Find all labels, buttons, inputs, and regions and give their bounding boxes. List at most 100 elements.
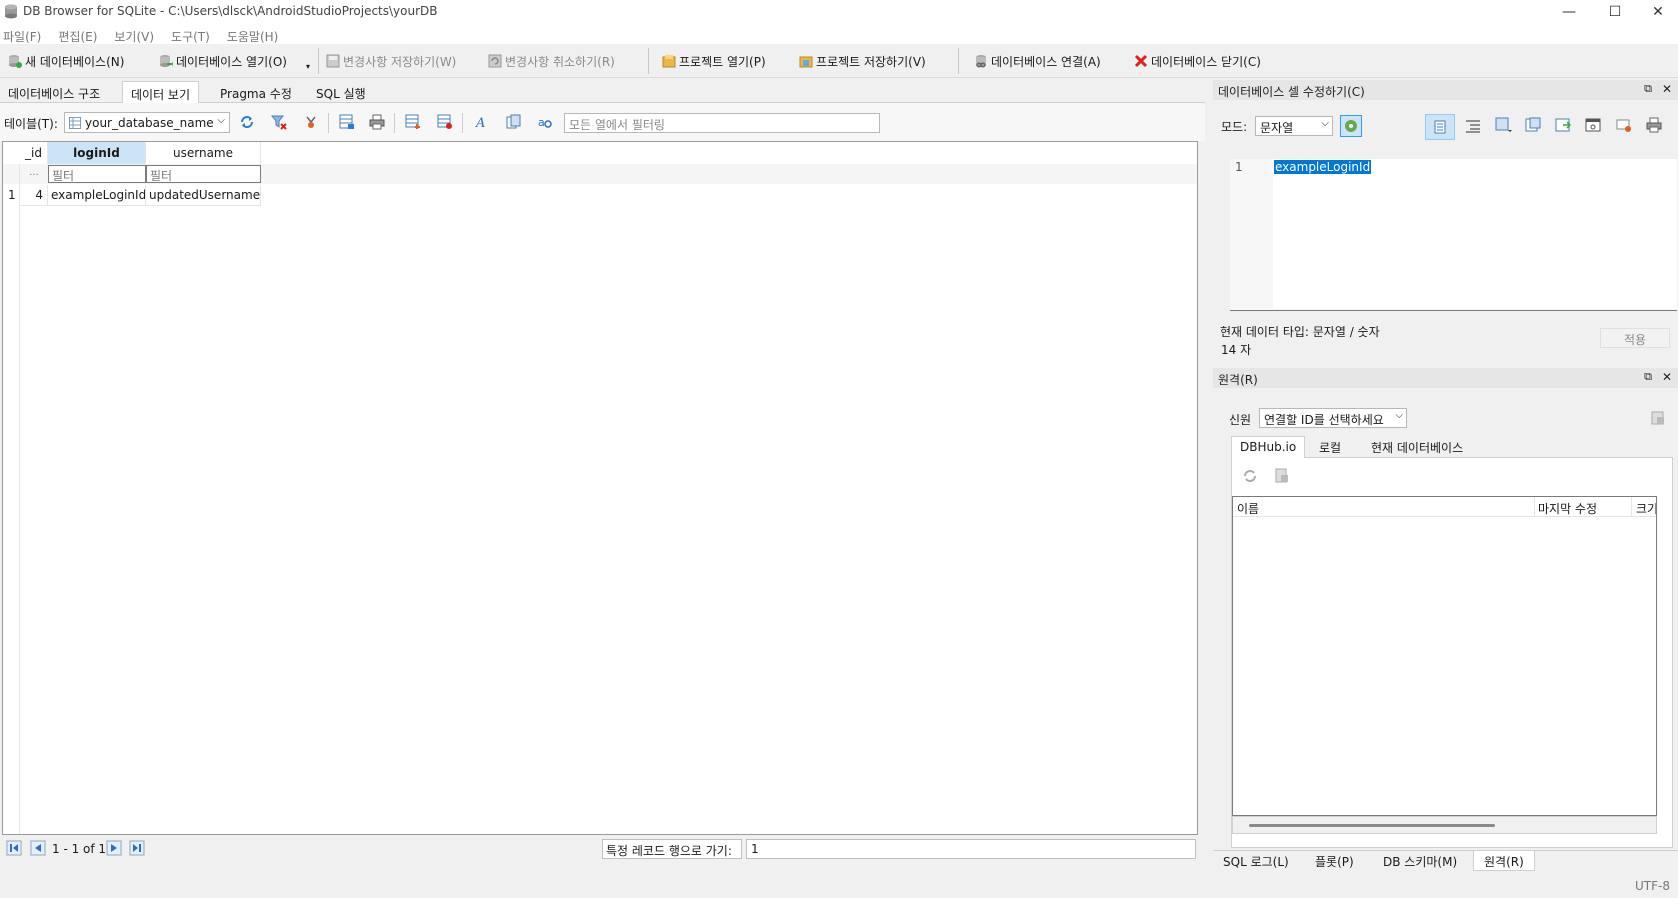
- edit-cell-panel-header: 데이터베이스 셀 수정하기(C) ⧉ ✕: [1213, 80, 1678, 100]
- cell-editor-text-area[interactable]: exampleLoginId: [1273, 159, 1677, 309]
- save-changes-button[interactable]: 변경사항 저장하기(W): [326, 50, 456, 72]
- goto-record-button[interactable]: 특정 레코드 행으로 가기:: [602, 839, 742, 859]
- column-header-loginid[interactable]: loginId: [48, 142, 146, 164]
- indent-icon[interactable]: [1465, 119, 1481, 136]
- horizontal-scrollbar[interactable]: [1232, 816, 1657, 834]
- grid-corner: [3, 142, 20, 164]
- menu-file[interactable]: 파일(F): [0, 24, 49, 44]
- data-grid[interactable]: _id loginId username ... 필터 필터 1 4 examp…: [2, 141, 1198, 835]
- tab-browse-data[interactable]: 데이터 보기: [122, 81, 200, 103]
- table-select[interactable]: your_database_name ⌵: [64, 112, 230, 133]
- auto-format-button[interactable]: [1340, 115, 1362, 137]
- table-cell-loginid[interactable]: exampleLoginId: [48, 185, 146, 206]
- insert-record-button[interactable]: [404, 113, 422, 131]
- first-record-button[interactable]: [6, 840, 24, 858]
- apply-button[interactable]: 적용: [1600, 328, 1670, 348]
- refresh-button[interactable]: [238, 113, 256, 131]
- filter-input-loginid[interactable]: 필터: [48, 165, 146, 183]
- table-cell-id[interactable]: 4: [20, 185, 48, 206]
- table-cell-username[interactable]: updatedUsername: [146, 185, 261, 206]
- export-svg: [1525, 117, 1541, 132]
- goto-record-label: 특정 레코드 행으로 가기:: [606, 844, 732, 858]
- edit-cell-title: 데이터베이스 셀 수정하기(C): [1218, 85, 1365, 99]
- last-record-button[interactable]: [129, 840, 147, 858]
- close-panel-icon[interactable]: ✕: [1662, 82, 1672, 96]
- column-header-name[interactable]: 이름: [1237, 500, 1259, 517]
- open-file-icon[interactable]: [1555, 117, 1572, 136]
- tab-db-schema[interactable]: DB 스키마(M): [1373, 851, 1467, 871]
- tab-plot[interactable]: 플롯(P): [1305, 851, 1364, 871]
- previous-record-button[interactable]: [30, 840, 48, 858]
- maximize-button[interactable]: ☐: [1592, 0, 1638, 24]
- filter-row-marker: ...: [29, 167, 39, 178]
- copy-button[interactable]: [505, 113, 523, 131]
- tab-current-database[interactable]: 현재 데이터베이스: [1363, 436, 1471, 458]
- row-number[interactable]: 1: [3, 185, 20, 206]
- next-record-button[interactable]: [106, 840, 124, 858]
- find-button[interactable]: a: [536, 113, 554, 131]
- refresh-icon: [241, 116, 253, 128]
- menu-view[interactable]: 보기(V): [105, 24, 162, 44]
- new-database-icon: [9, 55, 22, 68]
- refresh-remote-icon[interactable]: [1242, 468, 1258, 487]
- remote-file-list[interactable]: 이름 마지막 수정 크기: [1232, 496, 1657, 816]
- scrollbar-thumb[interactable]: [1249, 824, 1495, 827]
- mode-select-value: 문자열: [1260, 121, 1294, 135]
- print-cell-icon[interactable]: [1646, 117, 1662, 136]
- revert-changes-button[interactable]: 변경사항 취소하기(R): [488, 50, 615, 72]
- chevron-down-icon: ⌵: [217, 115, 225, 126]
- new-database-button[interactable]: 새 데이터베이스(N): [8, 50, 124, 72]
- column-header-size[interactable]: 크기: [1636, 500, 1656, 517]
- menu-help[interactable]: 도움말(H): [218, 24, 287, 44]
- edit-cell-panel: 모드: 문자열 ⌵ 1 exampleLoginId 현재 데이터 타입: 문자…: [1213, 100, 1678, 368]
- save-project-button[interactable]: 프로젝트 저장하기(V): [799, 50, 926, 72]
- clear-cell-icon[interactable]: [1616, 117, 1632, 136]
- clear-filters-button[interactable]: [270, 113, 288, 131]
- import-icon[interactable]: [1495, 117, 1513, 136]
- tab-execute-sql[interactable]: SQL 실행: [308, 81, 374, 103]
- filter-input-username[interactable]: 필터: [146, 165, 261, 183]
- main-tab-bar: 데이터베이스 구조 데이터 보기 Pragma 수정 SQL 실행: [0, 81, 1205, 103]
- word-wrap-button[interactable]: [1425, 114, 1455, 140]
- filter-all-columns-input[interactable]: 모든 열에서 필터링: [564, 113, 880, 133]
- undock-icon[interactable]: ⧉: [1644, 370, 1652, 384]
- column-header-username[interactable]: username: [146, 142, 261, 164]
- table-icon: [69, 116, 81, 129]
- clone-remote-icon[interactable]: [1274, 468, 1290, 487]
- column-header-id[interactable]: _id: [20, 142, 48, 164]
- tab-remote[interactable]: 원격(R): [1473, 851, 1535, 871]
- save-filter-button[interactable]: [302, 113, 320, 131]
- goto-record-input[interactable]: 1: [746, 839, 1196, 859]
- set-null-icon[interactable]: [1585, 117, 1601, 136]
- save-table-as-button[interactable]: [338, 113, 356, 131]
- tab-edit-pragmas[interactable]: Pragma 수정: [212, 81, 300, 103]
- cell-editor[interactable]: 1 exampleLoginId: [1230, 159, 1677, 311]
- close-database-button[interactable]: 데이터베이스 닫기(C): [1134, 50, 1261, 72]
- close-window-button[interactable]: ✕: [1638, 0, 1678, 24]
- open-database-button[interactable]: 데이터베이스 열기(O): [159, 50, 287, 72]
- tab-database-structure[interactable]: 데이터베이스 구조: [0, 81, 108, 103]
- menu-tools[interactable]: 도구(T): [162, 24, 218, 44]
- undock-icon[interactable]: ⧉: [1644, 82, 1652, 96]
- open-project-button[interactable]: 프로젝트 열기(P): [662, 50, 766, 72]
- tab-local[interactable]: 로컬: [1311, 436, 1349, 458]
- tab-sql-log[interactable]: SQL 로그(L): [1213, 851, 1299, 871]
- revert-changes-icon: [488, 54, 502, 68]
- minimize-button[interactable]: —: [1546, 0, 1592, 24]
- remote-settings-icon[interactable]: [1651, 411, 1665, 428]
- print-button[interactable]: [368, 113, 386, 131]
- identity-select[interactable]: 연결할 ID를 선택하세요 ⌵: [1259, 408, 1407, 428]
- toolbar-separator: [394, 113, 395, 133]
- font-button[interactable]: A: [473, 113, 491, 131]
- tab-dbhub[interactable]: DBHub.io: [1231, 436, 1306, 458]
- column-header-last-modified[interactable]: 마지막 수정: [1538, 500, 1597, 517]
- close-panel-icon[interactable]: ✕: [1662, 370, 1672, 384]
- identity-select-value: 연결할 ID를 선택하세요: [1264, 413, 1384, 427]
- attach-database-button[interactable]: 데이터베이스 연결(A): [974, 50, 1101, 72]
- mode-select[interactable]: 문자열 ⌵: [1255, 116, 1333, 136]
- menu-edit[interactable]: 편집(E): [49, 24, 105, 44]
- delete-record-icon: [437, 114, 452, 129]
- open-database-dropdown-icon[interactable]: ▾: [306, 62, 310, 71]
- delete-record-button[interactable]: [436, 113, 454, 131]
- export-icon[interactable]: [1525, 117, 1541, 136]
